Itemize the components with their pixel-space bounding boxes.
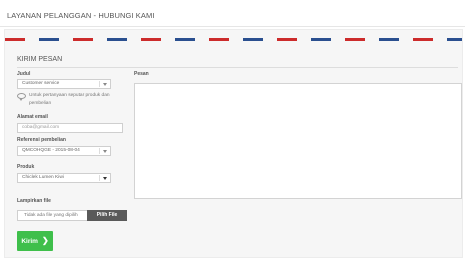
page-title: LAYANAN PELANGGAN - HUBUNGI KAMI <box>7 11 155 20</box>
airmail-border <box>5 38 462 41</box>
header-divider <box>0 26 465 27</box>
select-separator <box>99 148 100 154</box>
chevron-right-icon: ❯ <box>41 236 49 245</box>
section-title: KIRIM PESAN <box>17 56 63 63</box>
order-ref-label: Referensi pembelian <box>17 137 66 143</box>
chevron-down-icon <box>103 177 107 180</box>
email-field[interactable]: coba@gmail.com <box>17 123 123 133</box>
order-ref-select[interactable]: QMCOHQGE - 2015-08-04 <box>17 146 111 156</box>
file-status: Tidak ada file yang dipilih <box>24 213 78 218</box>
choose-file-button[interactable]: Pilih File <box>87 210 127 221</box>
subject-select-value: Customer service <box>22 81 60 86</box>
file-input[interactable]: Tidak ada file yang dipilih Pilih File <box>17 210 127 221</box>
send-button[interactable]: Kirim ❯ <box>17 231 53 251</box>
subject-hint: Untuk pertanyaan seputar produk dan pemb… <box>29 93 110 106</box>
chevron-down-icon <box>103 83 107 86</box>
chevron-down-icon <box>103 150 107 153</box>
product-label: Produk <box>17 164 35 170</box>
select-separator <box>99 81 100 87</box>
subject-select[interactable]: Customer service <box>17 79 111 89</box>
speech-bubble-icon <box>17 93 26 101</box>
section-divider <box>17 67 458 68</box>
attachment-label: Lampirkan file <box>17 198 51 204</box>
message-textarea[interactable] <box>134 83 462 199</box>
message-label: Pesan <box>134 71 149 77</box>
send-button-label: Kirim <box>21 238 38 245</box>
subject-label: Judul <box>17 71 31 77</box>
email-label: Alamat email <box>17 114 48 120</box>
product-select[interactable]: Chiclek Lumen Kiwi <box>17 173 111 183</box>
product-select-value: Chiclek Lumen Kiwi <box>22 175 64 180</box>
order-ref-select-value: QMCOHQGE - 2015-08-04 <box>22 148 80 153</box>
contact-form-panel: KIRIM PESAN Judul Customer service Untuk… <box>4 29 463 258</box>
select-separator <box>99 175 100 181</box>
